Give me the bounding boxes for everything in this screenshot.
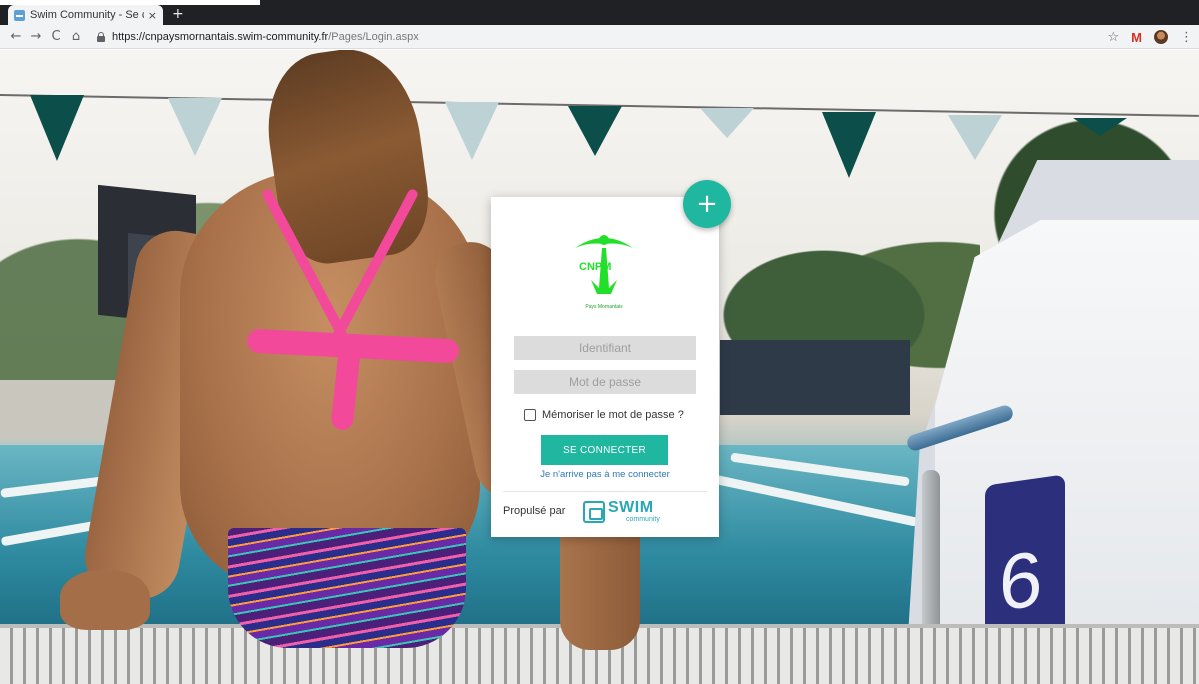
bunting-flag [30,95,84,161]
gmail-icon[interactable]: M [1131,30,1142,45]
url-text: https://cnpaysmornantais.swim-community.… [112,31,419,43]
remember-checkbox[interactable] [524,409,536,421]
menu-dots-icon[interactable]: ⋮ [1180,30,1193,45]
bikini-bottom [228,528,466,648]
tab-title: Swim Community - Se conn [30,9,144,21]
pool-building [720,340,910,415]
club-logo: CNPM Pays Mornantais [565,218,643,318]
password-input[interactable] [514,370,696,394]
site-favicon-icon [14,9,25,21]
starting-block [935,220,1199,684]
bunting-flag [568,106,622,156]
browser-toolbar: ← → C ⌂ https://cnpaysmornantais.swim-co… [0,25,1199,49]
url-host: https://cnpaysmornantais.swim-community.… [112,30,329,43]
powered-by-label: Propulsé par [503,505,566,517]
username-input[interactable] [514,336,696,360]
swim-community-logo[interactable]: SWIM community [583,500,660,523]
bunting-flag [822,112,876,178]
browser-tab[interactable]: Swim Community - Se conn × [8,5,163,25]
lock-icon [96,31,106,42]
brand-name: SWIM [608,499,654,516]
brand-sub: community [626,516,660,523]
bunting-flag [700,108,754,138]
add-fab-button[interactable]: + [683,180,731,228]
bunting-flag [948,115,1002,160]
connect-button[interactable]: SE CONNECTER [541,435,668,465]
starting-block-number: 6 [999,533,1043,628]
logo-caption: Pays Mornantais [585,304,623,310]
remember-password[interactable]: Mémoriser le mot de passe ? [524,409,684,421]
swim-community-icon [583,500,605,523]
url-path: /Pages/Login.aspx [328,30,419,43]
back-arrow-icon[interactable]: ← [6,29,26,44]
toolbar-actions: ☆ M ⋮ [1108,25,1194,49]
reload-icon[interactable]: C [46,29,66,44]
swim-community-wordmark: SWIM community [608,499,660,524]
club-logo-graphic: CNPM Pays Mornantais [565,218,643,318]
forgot-login-link[interactable]: Je n'arrive pas à me connecter [491,469,719,480]
home-icon[interactable]: ⌂ [66,29,86,44]
browser-tab-bar: Swim Community - Se conn × + [0,0,1199,25]
address-bar[interactable]: https://cnpaysmornantais.swim-community.… [96,27,419,47]
swimmer-left-hand [60,570,150,630]
profile-icon[interactable] [1154,30,1168,44]
new-tab-button[interactable]: + [172,5,184,23]
bunting-flag [1073,118,1127,136]
tab-close-icon[interactable]: × [148,9,157,22]
logo-letters: CNPM [579,261,611,273]
bunting-flag [168,98,222,156]
bunting-flag [445,102,499,160]
star-icon[interactable]: ☆ [1108,30,1120,45]
forward-arrow-icon[interactable]: → [26,29,46,44]
remember-label: Mémoriser le mot de passe ? [542,409,684,421]
block-rail-post [922,470,940,640]
card-divider [503,491,707,492]
